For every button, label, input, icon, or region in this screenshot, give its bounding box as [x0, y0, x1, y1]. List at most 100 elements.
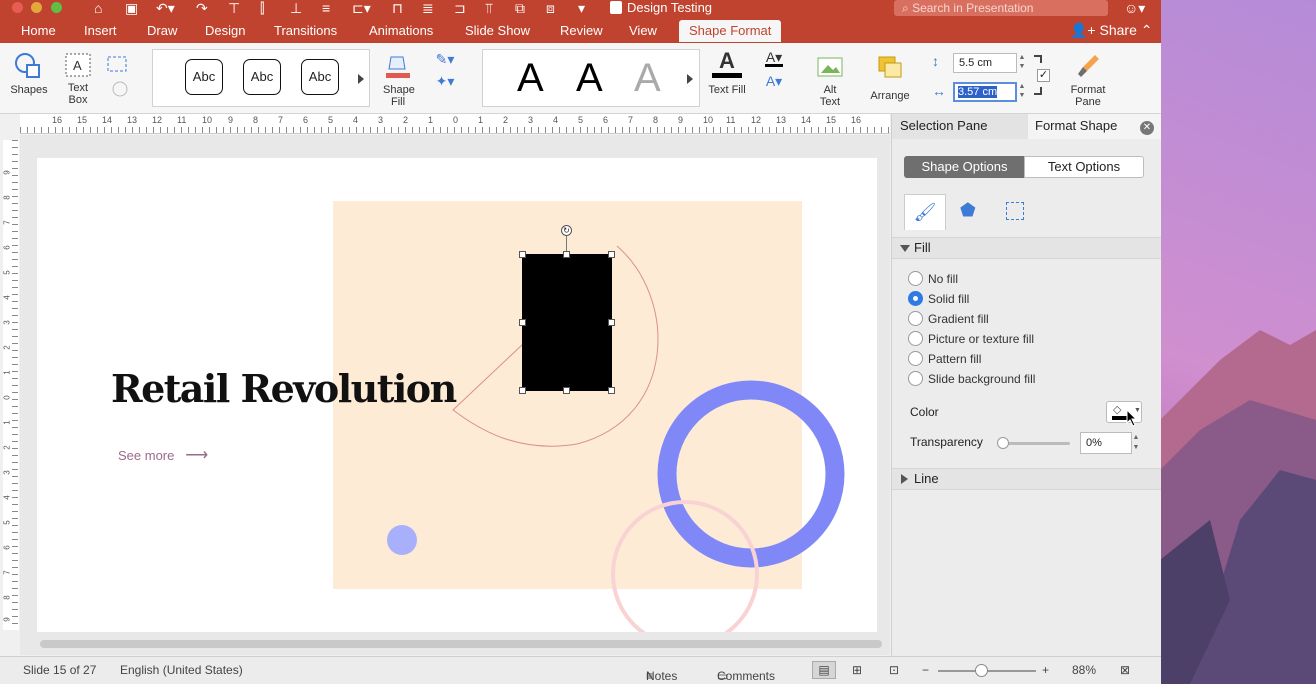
tab-selection-pane[interactable]: Selection Pane [892, 114, 1028, 139]
fill-line-category-icon[interactable]: 🖌 [904, 194, 946, 230]
pattern-fill-radio[interactable] [908, 351, 923, 366]
zoom-in-icon[interactable]: + [1042, 663, 1049, 677]
wordart-expand-icon[interactable] [687, 74, 693, 84]
smiley-feedback-icon[interactable]: ☺▾ [1124, 0, 1145, 16]
resize-handle-e[interactable] [608, 319, 615, 326]
picture-texture-fill-radio[interactable] [908, 331, 923, 346]
save-icon[interactable]: ▣ [125, 0, 138, 16]
shape-outline-button[interactable]: ✎▾ ✦▾ [428, 52, 462, 88]
solid-fill-radio[interactable] [908, 291, 923, 306]
height-stepper[interactable]: ▲ ▼ [1016, 53, 1028, 73]
slide-title[interactable]: Retail Revolution [111, 366, 457, 411]
align-left-icon[interactable]: ⊏▾ [352, 0, 371, 16]
resize-handle-n[interactable] [563, 251, 570, 258]
transparency-slider-thumb[interactable] [997, 437, 1009, 449]
shape-height-input[interactable]: 5.5 cm [953, 53, 1017, 73]
search-input[interactable]: ⌕ Search in Presentation [894, 0, 1108, 16]
maximize-window-button[interactable] [51, 2, 62, 13]
zoom-slider-thumb[interactable] [975, 664, 988, 677]
tab-shape-format[interactable]: Shape Format [679, 20, 782, 42]
shape-style-2[interactable]: Abc [243, 59, 281, 95]
edit-shape-button[interactable] [102, 53, 136, 106]
resize-handle-w[interactable] [519, 319, 526, 326]
tab-insert[interactable]: Insert [84, 23, 117, 38]
normal-view-icon[interactable]: ▤ [812, 661, 836, 679]
horizontal-scrollbar[interactable] [40, 640, 882, 648]
fill-section-header[interactable]: Fill [892, 237, 1161, 259]
shapes-button[interactable]: Shapes [8, 51, 50, 96]
align-right-icon[interactable]: ⊐ [454, 0, 466, 16]
zoom-out-icon[interactable]: − [922, 663, 929, 677]
language-indicator[interactable]: English (United States) [120, 663, 243, 677]
gallery-expand-icon[interactable] [358, 74, 364, 84]
resize-handle-se[interactable] [608, 387, 615, 394]
text-fill-button[interactable]: A Text Fill [704, 49, 750, 97]
gradient-fill-radio[interactable] [908, 311, 923, 326]
fit-to-window-icon[interactable]: ⊠ [1120, 663, 1130, 677]
tab-view[interactable]: View [629, 23, 657, 38]
distribute-icon[interactable]: ≡ [322, 0, 330, 16]
slide[interactable]: ↻ Retail Revolution See more ⟶ [37, 158, 877, 632]
tab-review[interactable]: Review [560, 23, 603, 38]
align-top-edge-icon[interactable]: ⫪ [485, 0, 493, 16]
align-center-icon[interactable]: ⫿ [260, 0, 264, 16]
wordart-style-3[interactable]: A [634, 56, 661, 100]
width-stepper[interactable]: ▲ ▼ [1016, 82, 1028, 102]
wordart-style-1[interactable]: A [517, 56, 544, 100]
see-more-link[interactable]: See more ⟶ [118, 445, 208, 465]
text-effects-icon[interactable]: A▾ [756, 74, 792, 88]
align-middle-icon[interactable]: ⊥ [290, 0, 302, 16]
shape-fill-button[interactable]: Shape Fill [376, 51, 420, 108]
size-properties-icon[interactable] [1006, 202, 1024, 220]
blue-ring-shape [657, 380, 845, 568]
share-button[interactable]: 👤+ Share ⌃ [1070, 22, 1152, 39]
tab-transitions[interactable]: Transitions [274, 23, 337, 38]
transparency-stepper[interactable]: ▲ ▼ [1130, 433, 1142, 453]
tab-draw[interactable]: Draw [147, 23, 177, 38]
align-bottom-icon[interactable]: ⊓ [392, 0, 403, 16]
arrange-button[interactable]: Arrange [866, 53, 914, 102]
transparency-slider[interactable] [1002, 442, 1070, 445]
tab-design[interactable]: Design [205, 23, 245, 38]
effects-pentagon-icon[interactable]: ⬟ [960, 200, 976, 221]
wordart-style-2[interactable]: A [576, 56, 603, 100]
align-top-icon[interactable]: ⊤ [228, 0, 240, 16]
slide-sorter-icon[interactable]: ⊞ [852, 663, 862, 677]
format-pane-button[interactable]: Format Pane [1066, 51, 1110, 108]
selected-black-rectangle[interactable] [522, 254, 612, 391]
tab-slide-show[interactable]: Slide Show [465, 23, 530, 38]
redo-icon[interactable]: ↷ [196, 0, 208, 16]
alt-text-button[interactable]: Alt Text [810, 53, 850, 108]
distribute-vertical-icon[interactable]: ≣ [422, 0, 434, 16]
text-options-tab[interactable]: Text Options [1024, 156, 1144, 178]
presenter-view-icon[interactable]: ⊡ [889, 663, 899, 677]
undo-icon[interactable]: ↶▾ [156, 0, 175, 16]
zoom-level[interactable]: 88% [1072, 663, 1096, 677]
shape-width-input[interactable]: 3.57 cm [953, 82, 1017, 102]
transparency-input[interactable]: 0% [1080, 432, 1132, 454]
home-icon[interactable]: ⌂ [94, 0, 102, 16]
shape-options-tab[interactable]: Shape Options [904, 156, 1025, 178]
customize-toolbar-icon[interactable]: ▾ [578, 0, 585, 16]
tab-animations[interactable]: Animations [369, 23, 433, 38]
slide-background-fill-radio[interactable] [908, 371, 923, 386]
rotate-handle-icon[interactable]: ↻ [561, 225, 572, 236]
lock-aspect-checkbox[interactable]: ✓ [1037, 69, 1050, 82]
resize-handle-s[interactable] [563, 387, 570, 394]
shape-style-3[interactable]: Abc [301, 59, 339, 95]
ungroup-icon[interactable]: ⧈ [546, 0, 555, 16]
shape-effects-icon[interactable]: ✦▾ [428, 74, 462, 88]
no-fill-radio[interactable] [908, 271, 923, 286]
close-window-button[interactable] [12, 2, 23, 13]
tab-home[interactable]: Home [21, 23, 56, 38]
line-section-header[interactable]: Line [892, 468, 1161, 490]
text-outline-button[interactable]: A▾ A▾ [756, 50, 792, 88]
close-pane-icon[interactable]: ✕ [1140, 121, 1154, 135]
resize-handle-nw[interactable] [519, 251, 526, 258]
group-icon[interactable]: ⧉ [515, 0, 525, 16]
resize-handle-sw[interactable] [519, 387, 526, 394]
shape-style-1[interactable]: Abc [185, 59, 223, 95]
text-box-button[interactable]: A Text Box [60, 51, 96, 106]
resize-handle-ne[interactable] [608, 251, 615, 258]
minimize-window-button[interactable] [31, 2, 42, 13]
